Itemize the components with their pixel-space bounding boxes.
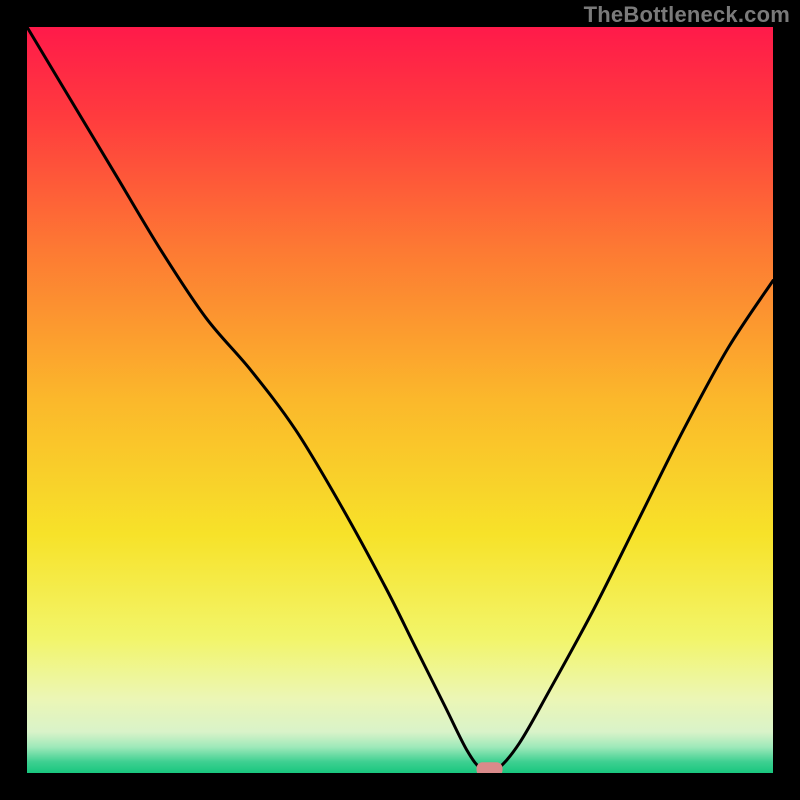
watermark-text: TheBottleneck.com bbox=[584, 2, 790, 28]
bottleneck-chart bbox=[0, 0, 800, 800]
plot-background-gradient bbox=[27, 27, 773, 773]
chart-frame: TheBottleneck.com bbox=[0, 0, 800, 800]
optimal-point-marker bbox=[477, 762, 503, 776]
